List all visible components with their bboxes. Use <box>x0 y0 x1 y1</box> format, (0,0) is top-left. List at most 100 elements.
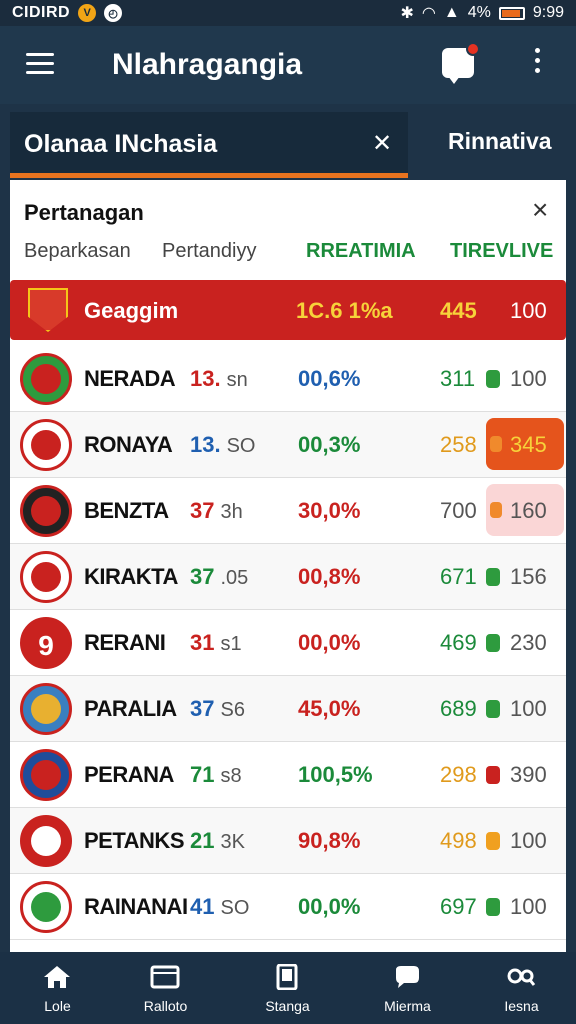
team-logo-icon <box>20 551 72 603</box>
value-pill[interactable]: 160 <box>486 484 564 536</box>
clock: 9:99 <box>532 4 564 21</box>
number-unit: 3K <box>220 831 245 853</box>
number-value: 13. <box>190 366 221 391</box>
team-number: 37.05 <box>190 564 248 590</box>
number-unit: .05 <box>220 567 249 589</box>
team-row[interactable]: RONAYA 13. SO 00,3% 258 345 <box>10 412 566 478</box>
team-percent: 00,3% <box>298 432 361 457</box>
team-percent: 90,8% <box>298 828 361 853</box>
nav-window[interactable]: Ralloto <box>108 952 223 1024</box>
number-unit: 3h <box>220 501 243 523</box>
team-percent: 30,0% <box>298 498 361 523</box>
nav-label: Lole <box>44 998 71 1014</box>
chat-icon <box>396 966 419 988</box>
team-max: 100 <box>510 696 547 721</box>
highlight-row[interactable]: Geaggim 1C.6 1%a 445 100 <box>10 280 566 340</box>
search-icon <box>507 968 536 986</box>
team-row[interactable]: 9 RERANI 31 s1 00,0% 469 230 <box>10 610 566 676</box>
tab-active[interactable]: Olanaa INchasia ✕ <box>10 112 408 178</box>
team-logo-icon <box>20 815 72 867</box>
team-value: 498 <box>440 828 477 853</box>
tab-active-label: Olanaa INchasia <box>24 130 218 158</box>
card-title: Pertanagan <box>24 200 144 225</box>
team-max: 156 <box>510 564 547 589</box>
team-percent: 00,8% <box>298 564 361 589</box>
number-value: 13. <box>190 432 221 457</box>
standings-card: Pertanagan × Beparkasan Pertandiyy RREAT… <box>10 180 566 952</box>
team-row[interactable]: PARALIA 37 S6 45,0% 689 100 <box>10 676 566 742</box>
team-number: 13. SO <box>190 432 256 458</box>
column-header[interactable]: Pertandiyy <box>162 240 257 263</box>
team-row[interactable]: PERANA 71 s8 100,5% 298 390 <box>10 742 566 808</box>
number-unit: sn <box>226 369 248 391</box>
value-pill[interactable]: 345 <box>486 418 564 470</box>
team-row[interactable]: NERADA 13. sn 00,6% 311 100 <box>10 346 566 412</box>
team-row[interactable]: RAINANAI 41 SO 00,0% 697 100 <box>10 874 566 940</box>
battery-icon <box>498 6 525 20</box>
number-unit: S6 <box>220 699 245 721</box>
team-name: PERANA <box>84 762 174 787</box>
pill-value: 345 <box>510 432 547 457</box>
timer-icon: ◴ <box>104 4 123 22</box>
marker-icon <box>486 766 500 784</box>
tab-other[interactable]: Rinnativa <box>448 128 552 155</box>
team-row[interactable]: KIRAKTA 37.05 00,8% 671 156 <box>10 544 566 610</box>
marker-icon <box>486 634 500 652</box>
notification-badge <box>466 42 480 56</box>
more-options-icon[interactable] <box>532 48 542 80</box>
wifi-icon: ◠ <box>421 5 436 22</box>
nav-label: Mierma <box>384 998 431 1014</box>
nav-chat[interactable]: Mierma <box>350 952 465 1024</box>
number-value: 41 <box>190 894 215 919</box>
home-icon <box>44 966 70 988</box>
team-number: 13. sn <box>190 366 248 392</box>
nav-label: Ralloto <box>143 998 188 1014</box>
team-logo-icon <box>20 485 72 537</box>
team-name: Geaggim <box>84 298 179 323</box>
team-badge-icon <box>28 288 68 332</box>
number-unit: s8 <box>220 765 242 787</box>
column-header[interactable]: RREATIMIA <box>306 240 416 263</box>
nav-home[interactable]: Lole <box>0 952 115 1024</box>
tab-bar: Olanaa INchasia ✕ Rinnativa <box>0 104 576 178</box>
marker-icon <box>486 568 500 586</box>
team-logo-icon <box>20 353 72 405</box>
team-name: RERANI <box>84 630 166 655</box>
team-row[interactable]: PETANKS 21 3K 90,8% 498 100 <box>10 808 566 874</box>
carrier-label: CIDIRD <box>12 4 71 21</box>
marker-icon <box>486 370 500 388</box>
marker-icon <box>490 502 502 518</box>
notification-icon: V <box>78 4 97 22</box>
tablet-icon <box>276 964 298 990</box>
window-icon <box>150 965 180 989</box>
team-name: BENZTA <box>84 498 169 523</box>
marker-icon <box>486 700 500 718</box>
bottom-nav: Lole Ralloto Stanga Mierma Iesna <box>0 952 576 1024</box>
team-name: PARALIA <box>84 696 177 721</box>
nav-label: Stanga <box>265 998 310 1014</box>
close-tab-icon[interactable]: ✕ <box>372 129 392 158</box>
signal-icon: ▲ <box>443 4 460 21</box>
team-max: 390 <box>510 762 547 787</box>
team-percent: 45,0% <box>298 696 361 721</box>
number-value: 37 <box>190 696 215 721</box>
column-header[interactable]: Beparkasan <box>24 240 131 263</box>
nav-search[interactable]: Iesna <box>464 952 576 1024</box>
team-value: 697 <box>440 894 477 919</box>
menu-icon[interactable] <box>26 53 54 75</box>
chat-icon[interactable] <box>442 42 480 84</box>
app-title: Nlahragangia <box>112 48 303 81</box>
column-header[interactable]: TIREVLIVE <box>450 240 553 263</box>
nav-tablet[interactable]: Stanga <box>230 952 345 1024</box>
team-max: 100 <box>510 894 547 919</box>
team-row[interactable]: BENZTA 37 3h 30,0% 700 160 <box>10 478 566 544</box>
number-value: 21 <box>190 828 215 853</box>
team-logo-icon: 9 <box>20 617 72 669</box>
team-percent: 1C.6 1%a <box>296 298 393 323</box>
team-logo-icon <box>20 419 72 471</box>
team-percent: 00,0% <box>298 894 361 919</box>
close-icon[interactable]: × <box>532 194 548 226</box>
team-number: 21 3K <box>190 828 245 854</box>
marker-icon <box>486 898 500 916</box>
number-unit: s1 <box>220 633 242 655</box>
